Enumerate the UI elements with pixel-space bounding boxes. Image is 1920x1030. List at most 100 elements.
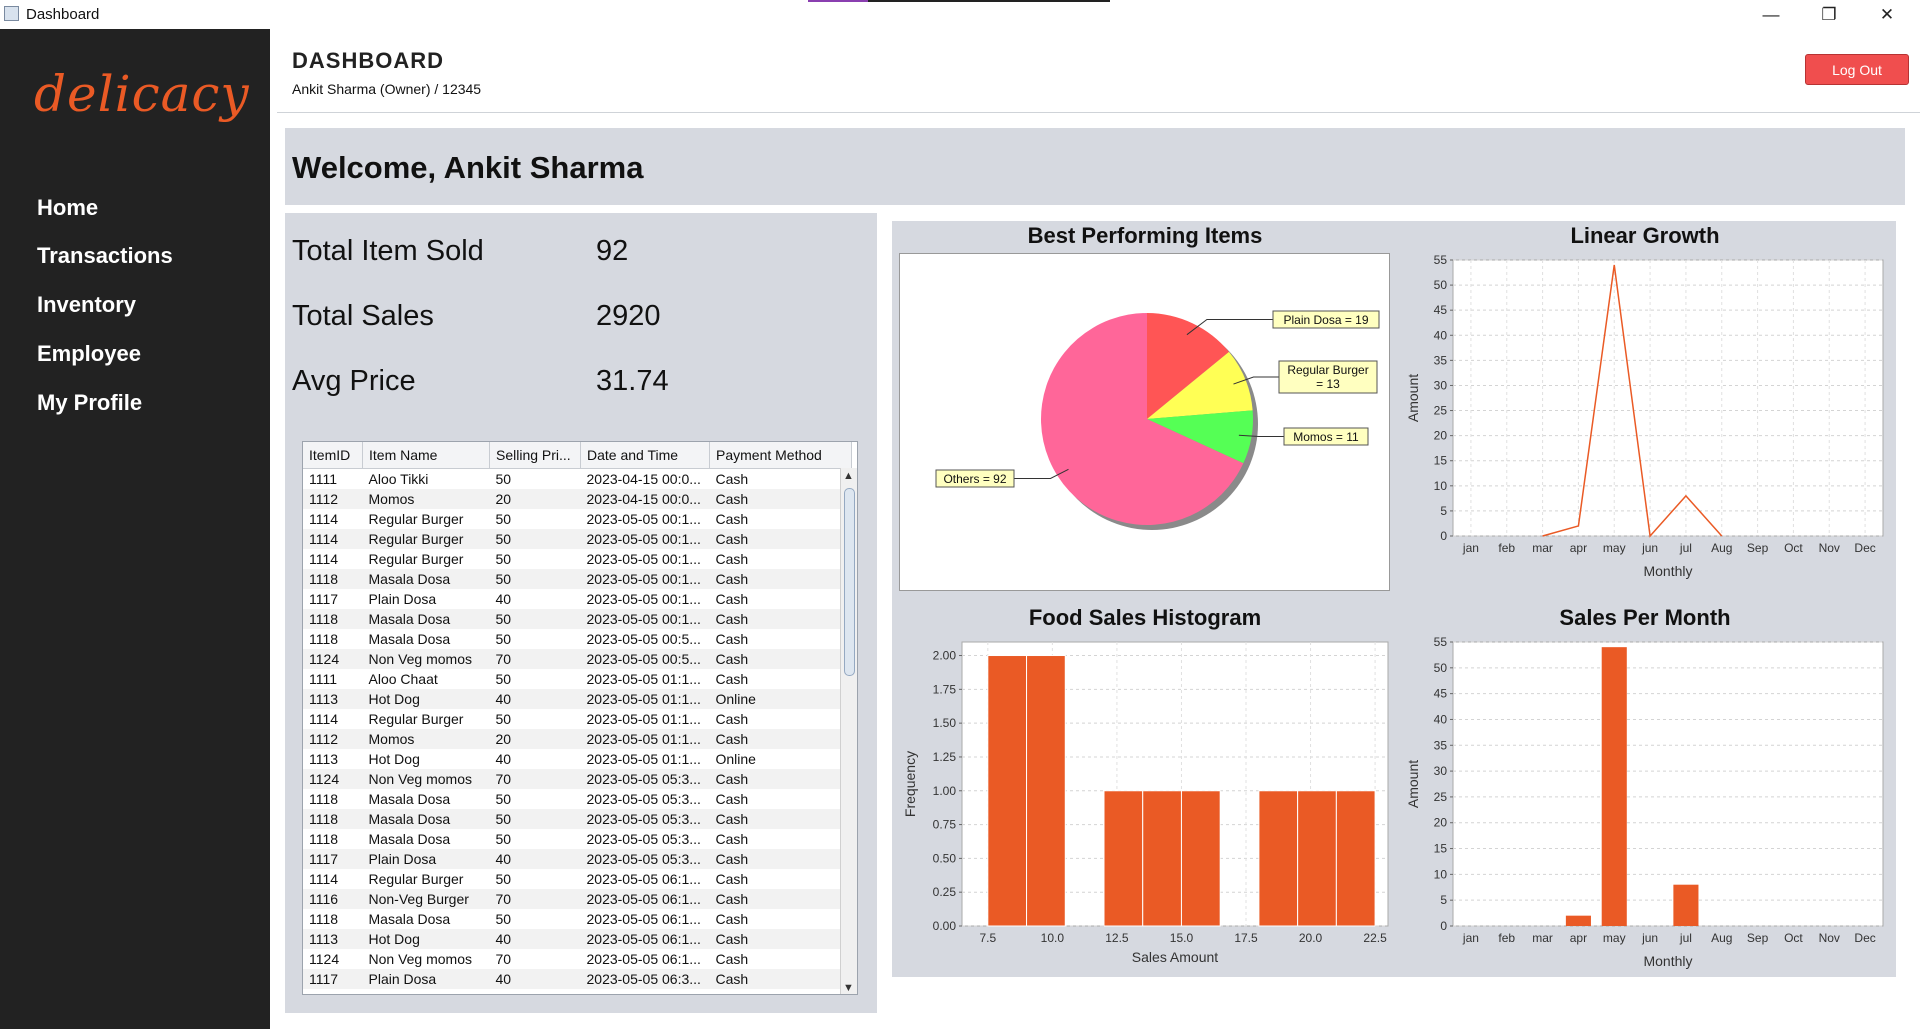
table-row[interactable]: 1118 Masala Dosa 50 2023-05-05 05:3... Cash [303, 789, 852, 809]
table-row[interactable]: 1116 Non-Veg Burger 70 2023-05-05 06:1... Ca… [303, 889, 852, 909]
cell-itemid: 1114 [309, 871, 339, 887]
table-row[interactable]: 1118 Masala Dosa 50 2023-05-05 05:3... Cash [303, 809, 852, 829]
x-tick-label: apr [1570, 931, 1587, 945]
cell-itemid: 1111 [309, 671, 338, 687]
table-row[interactable]: 1114 Regular Burger 50 2023-05-05 06:1... Ca… [303, 869, 852, 889]
y-tick-label: 10 [1434, 479, 1448, 493]
scroll-up-icon[interactable]: ▲ [843, 470, 854, 482]
brand-logo: delicacy [34, 65, 250, 123]
cell-selling-price: 50 [495, 791, 512, 807]
cell-payment-method: Cash [709, 489, 852, 509]
table-row[interactable]: 1118 Masala Dosa 50 2023-05-05 00:1... Cash [303, 609, 852, 629]
column-header-payment-method[interactable]: Payment Method [709, 442, 852, 469]
sidebar-item-my-profile[interactable]: My Profile [37, 390, 142, 416]
table-row[interactable]: 1111 Aloo Tikki 50 2023-04-15 00:0... Cash [303, 469, 852, 490]
table-row[interactable]: 1117 Plain Dosa 40 2023-05-05 06:3... Cash [303, 969, 852, 989]
histogram-bar[interactable] [1103, 790, 1144, 927]
cell-payment-method: Cash [709, 969, 852, 989]
y-tick-label: 50 [1434, 278, 1448, 292]
histogram-bar[interactable] [1335, 790, 1376, 927]
x-tick-label: 15.0 [1170, 931, 1194, 945]
table-row[interactable]: 1114 Regular Burger 50 2023-05-05 00:1... Ca… [303, 509, 852, 529]
column-header-date-time[interactable]: Date and Time [580, 442, 710, 469]
table-row[interactable]: 1124 Non Veg momos 70 2023-05-05 05:3... Cas… [303, 769, 852, 789]
column-header-selling-price[interactable]: Selling Pri... [489, 442, 581, 469]
cell-itemid: 1124 [303, 649, 363, 669]
x-axis-label: Sales Amount [1132, 949, 1218, 965]
histogram-bar[interactable] [1026, 655, 1066, 927]
histogram-bar[interactable] [1142, 790, 1182, 927]
table-row[interactable]: 1114 Regular Burger 50 2023-05-05 01:1... Ca… [303, 709, 852, 729]
table-row[interactable]: 1124 Non Veg momos 70 2023-05-05 00:5... Cas… [303, 649, 852, 669]
table-row[interactable]: 1118 Masala Dosa 50 2023-05-05 00:1... Cash [303, 569, 852, 589]
scroll-thumb[interactable] [844, 488, 855, 676]
table-row[interactable]: 1118 Masala Dosa 50 2023-05-05 06:1... Cash [303, 909, 852, 929]
pie-chart: Plain Dosa = 19 Regular Burger= 13 Momos =… [899, 253, 1390, 591]
table-row[interactable]: 1112 Momos 20 2023-05-05 01:1... Cash [303, 729, 852, 749]
cell-item-name: Masala Dosa [368, 831, 451, 847]
cell-date-time: 2023-05-05 06:1... [580, 929, 710, 949]
x-tick-label: jul [1679, 541, 1692, 555]
x-tick-label: feb [1498, 541, 1515, 555]
bar[interactable] [1565, 915, 1591, 926]
x-tick-label: 20.0 [1299, 931, 1323, 945]
table-row[interactable]: 1114 Regular Burger 50 2023-05-05 00:1... Ca… [303, 529, 852, 549]
restore-button[interactable]: ❐ [1801, 0, 1857, 29]
cell-date-time: 2023-05-05 06:3... [580, 969, 710, 989]
histogram-bar[interactable] [1180, 790, 1221, 927]
column-header-itemid[interactable]: ItemID [303, 442, 363, 469]
transactions-table[interactable]: ItemID Item Name Selling Pri... Date and… [302, 441, 858, 995]
stat-label-avg-price: Avg Price [292, 365, 416, 397]
bar-plot-area [1452, 641, 1884, 927]
close-button[interactable]: ✕ [1859, 0, 1915, 29]
cell-date-time: 2023-05-05 00:1... [586, 591, 701, 607]
table-body: 1111 Aloo Tikki 50 2023-04-15 00:0... Cash 11… [303, 469, 852, 989]
histogram-bar[interactable] [1297, 790, 1337, 927]
cell-item-name: Masala Dosa [368, 911, 451, 927]
logout-button[interactable]: Log Out [1805, 54, 1909, 85]
table-row[interactable]: 1114 Regular Burger 50 2023-05-05 00:1... Ca… [303, 549, 852, 569]
minimize-button[interactable]: — [1743, 0, 1799, 29]
cell-payment-method: Cash [709, 729, 852, 749]
sidebar-item-transactions[interactable]: Transactions [37, 243, 173, 269]
cell-selling-price: 50 [489, 609, 581, 629]
table-row[interactable]: 1124 Non Veg momos 70 2023-05-05 06:1... Cas… [303, 949, 852, 969]
cell-payment-method: Cash [715, 631, 749, 647]
cell-item-name: Plain Dosa [362, 849, 490, 869]
cell-selling-price: 50 [495, 711, 512, 727]
bar[interactable] [1601, 647, 1627, 926]
cell-date-time: 2023-05-05 01:1... [586, 751, 701, 767]
sidebar-item-home[interactable]: Home [37, 195, 98, 221]
window-titlebar: Dashboard — ❐ ✕ [0, 0, 1920, 29]
x-tick-label: Oct [1784, 541, 1803, 555]
x-axis-label: Monthly [1643, 953, 1692, 969]
bar[interactable] [1673, 884, 1699, 926]
line-plot-area [1452, 259, 1884, 537]
cell-date-time: 2023-05-05 06:1... [586, 951, 701, 967]
y-tick-label: 1.50 [933, 716, 957, 730]
column-header-item-name[interactable]: Item Name [362, 442, 490, 469]
scroll-down-icon[interactable]: ▼ [843, 982, 854, 994]
x-tick-label: may [1603, 931, 1626, 945]
table-row[interactable]: 1113 Hot Dog 40 2023-05-05 01:1... Online [303, 749, 852, 769]
cell-payment-method: Cash [709, 889, 852, 909]
table-row[interactable]: 1117 Plain Dosa 40 2023-05-05 00:1... Cash [303, 589, 852, 609]
x-tick-label: Nov [1819, 931, 1840, 945]
sidebar-item-inventory[interactable]: Inventory [37, 292, 136, 318]
table-row[interactable]: 1118 Masala Dosa 50 2023-05-05 05:3... Cash [303, 829, 852, 849]
chart-title-sales-per-month: Sales Per Month [1559, 605, 1731, 630]
table-row[interactable]: 1113 Hot Dog 40 2023-05-05 06:1... Cash [303, 929, 852, 949]
cell-selling-price: 50 [489, 569, 581, 589]
histogram-bar[interactable] [987, 655, 1028, 927]
table-scrollbar[interactable]: ▲ ▼ [840, 468, 857, 994]
cell-payment-method: Cash [709, 929, 852, 949]
stats-panel: Total Item Sold 92 Total Sales 2920 Avg … [285, 213, 877, 1013]
table-row[interactable]: 1118 Masala Dosa 50 2023-05-05 00:5... Cash [303, 629, 852, 649]
table-row[interactable]: 1117 Plain Dosa 40 2023-05-05 05:3... Cash [303, 849, 852, 869]
sidebar-item-employee[interactable]: Employee [37, 341, 141, 367]
histogram-bar[interactable] [1258, 790, 1299, 927]
cell-itemid: 1117 [303, 849, 363, 869]
table-row[interactable]: 1111 Aloo Chaat 50 2023-05-05 01:1... Cash [303, 669, 852, 689]
table-row[interactable]: 1113 Hot Dog 40 2023-05-05 01:1... Online [303, 689, 852, 709]
table-row[interactable]: 1112 Momos 20 2023-04-15 00:0... Cash [303, 489, 852, 509]
